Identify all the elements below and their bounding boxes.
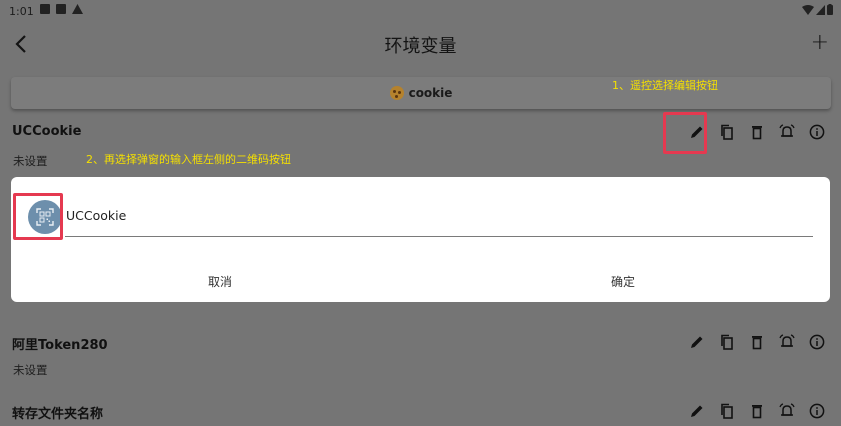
system-icons	[802, 4, 833, 15]
env-name: 转存文件夹名称	[12, 407, 104, 422]
tab-label: cookie	[408, 86, 453, 100]
info-icon[interactable]	[809, 124, 825, 140]
edit-icon[interactable]	[689, 403, 705, 419]
highlight-edit-button	[663, 112, 707, 154]
env-name: UCCookie	[12, 124, 82, 139]
cancel-button[interactable]: 取消	[208, 273, 232, 290]
env-value-input[interactable]: UCCookie	[65, 205, 813, 237]
row-actions	[689, 403, 825, 419]
annotation-step2: 2、再选择弹窗的输入框左侧的二维码按钮	[86, 153, 291, 166]
edit-dialog: UCCookie 取消 确定	[11, 177, 830, 302]
cookie-icon	[389, 86, 404, 100]
info-icon[interactable]	[809, 403, 825, 419]
copy-icon[interactable]	[719, 403, 735, 419]
wifi-icon	[802, 4, 814, 15]
alarm-icon[interactable]	[779, 403, 795, 419]
highlight-qr-button	[13, 193, 63, 240]
app-bar: 环境变量 +	[0, 22, 841, 68]
copy-icon[interactable]	[719, 124, 735, 140]
env-value: 未设置	[13, 154, 48, 168]
notification-icon	[56, 4, 66, 14]
page-title: 环境变量	[384, 36, 457, 57]
signal-icon	[816, 4, 825, 15]
status-bar: 1:01	[0, 0, 841, 22]
info-icon[interactable]	[809, 334, 825, 350]
env-name: 阿里Token280	[12, 338, 108, 353]
row-actions	[689, 334, 825, 350]
alarm-icon[interactable]	[779, 124, 795, 140]
notification-icons	[40, 4, 83, 14]
status-time: 1:01	[9, 5, 34, 18]
add-icon[interactable]: +	[811, 30, 829, 55]
row-actions	[689, 124, 825, 140]
annotation-step1: 1、遥控选择编辑按钮	[612, 79, 718, 92]
env-value: 未设置	[13, 363, 48, 377]
delete-icon[interactable]	[749, 124, 765, 140]
edit-icon[interactable]	[689, 334, 705, 350]
notification-icon	[40, 4, 50, 14]
confirm-button[interactable]: 确定	[611, 273, 635, 290]
warning-icon	[72, 4, 83, 14]
battery-icon	[827, 4, 833, 15]
alarm-icon[interactable]	[779, 334, 795, 350]
copy-icon[interactable]	[719, 334, 735, 350]
delete-icon[interactable]	[749, 334, 765, 350]
delete-icon[interactable]	[749, 403, 765, 419]
